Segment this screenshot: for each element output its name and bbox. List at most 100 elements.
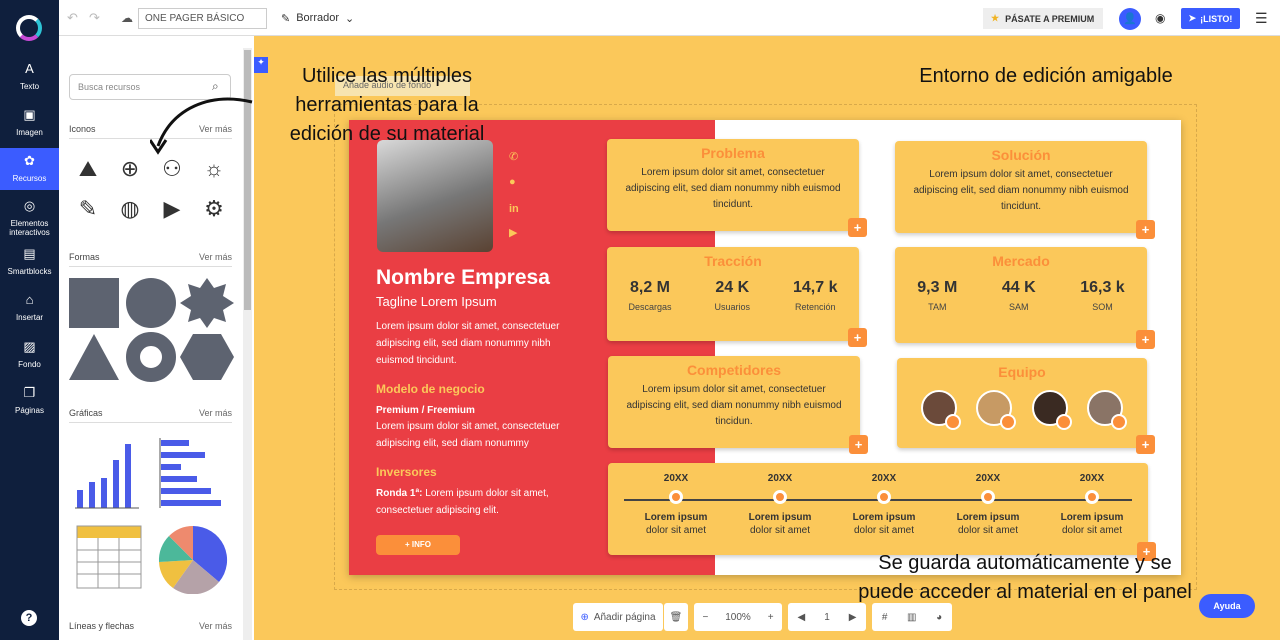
cloud-icon: ☁ xyxy=(121,11,133,25)
team-avatar[interactable] xyxy=(920,390,961,430)
smartblocks-icon: ▤ xyxy=(23,246,36,261)
preview-eye-icon[interactable]: ◉ xyxy=(1155,0,1165,36)
star-badge-shape[interactable] xyxy=(180,278,234,328)
pencil-icon[interactable]: ✎ xyxy=(71,196,105,222)
premium-button[interactable]: ★ PÁSATE A PREMIUM xyxy=(983,8,1103,29)
add-icon[interactable]: + xyxy=(849,435,868,454)
nav-smartblocks[interactable]: ▤ Smartblocks xyxy=(0,246,59,276)
add-icon[interactable]: + xyxy=(848,218,867,237)
scrollbar-thumb[interactable] xyxy=(244,50,251,310)
stat-som: 16,3 k SOM xyxy=(1080,279,1125,312)
intro-text[interactable]: Lorem ipsum dolor sit amet, consectetuer… xyxy=(376,318,588,369)
lightbulb-icon[interactable]: ☼ xyxy=(197,156,231,182)
palette-icon[interactable]: ◕ xyxy=(936,612,942,623)
document-title-input[interactable]: ONE PAGER BÁSICO xyxy=(138,8,267,29)
slide-canvas[interactable]: ✆ ● in ▶ Nombre Empresa Tagline Lorem Ip… xyxy=(349,120,1181,575)
youtube-icon[interactable]: ▶ xyxy=(509,226,517,239)
business-model-text[interactable]: Lorem ipsum dolor sit amet, consectetuer… xyxy=(376,418,588,452)
layout-icon[interactable]: ▥ xyxy=(907,612,916,623)
horizontal-bar-chart-thumbnail[interactable] xyxy=(159,438,221,508)
eye-icon xyxy=(944,414,961,430)
tagline[interactable]: Tagline Lorem Ipsum xyxy=(376,294,497,309)
card-mercado[interactable]: Mercado 9,3 M TAM 44 K SAM 16,3 k SOM + xyxy=(895,247,1155,349)
rocket-icon: ➤ xyxy=(1188,13,1197,23)
add-icon[interactable]: + xyxy=(1136,435,1155,454)
redo-icon[interactable]: ↷ xyxy=(89,0,100,36)
square-shape[interactable] xyxy=(69,278,119,328)
ver-mas-graficas[interactable]: Ver más xyxy=(199,408,232,418)
circle-shape[interactable] xyxy=(126,278,176,328)
stat-sam: 44 K SAM xyxy=(1001,279,1036,312)
nav-elementos-interactivos[interactable]: ◎ Elementos interactivos xyxy=(0,199,59,237)
chevron-down-icon: ⌄ xyxy=(345,12,355,25)
nav-fondo[interactable]: ▨ Fondo xyxy=(0,340,59,369)
team-avatar[interactable] xyxy=(976,390,1017,430)
stat-tam: 9,3 M TAM xyxy=(917,279,958,312)
globe-icon[interactable]: ◍ xyxy=(113,196,147,222)
table-thumbnail[interactable] xyxy=(76,525,142,589)
investors-heading[interactable]: Inversores xyxy=(376,465,437,479)
help-button[interactable]: Ayuda xyxy=(1199,594,1255,618)
add-user-icon[interactable]: 👤 xyxy=(1119,8,1141,30)
location-pin-icon[interactable]: ● xyxy=(509,176,516,188)
stat-usuarios: 24 K Usuarios xyxy=(714,279,751,312)
grid-icon[interactable]: # xyxy=(882,612,888,623)
nav-recursos[interactable]: ✿ Recursos xyxy=(0,148,59,190)
prev-page-icon[interactable]: ◀ xyxy=(798,612,806,623)
timeline-card[interactable]: 20XX Lorem ipsum dolor sit amet 20XX Lorem … xyxy=(608,463,1156,561)
pie-chart-thumbnail[interactable] xyxy=(158,525,228,594)
team-avatar[interactable] xyxy=(1031,390,1072,430)
hexagon-shape[interactable] xyxy=(180,334,234,380)
ready-button[interactable]: ➤ ¡LISTO! xyxy=(1181,8,1240,29)
card-solucion[interactable]: Solución Lorem ipsum dolor sit amet, cons… xyxy=(895,141,1155,239)
help-icon[interactable]: ? xyxy=(21,610,37,626)
add-icon[interactable]: + xyxy=(1136,330,1155,349)
info-button[interactable]: + INFO xyxy=(376,535,460,555)
ver-mas-lineas[interactable]: Ver más xyxy=(199,621,232,631)
resources-icon: ✿ xyxy=(24,153,35,168)
ver-mas-formas[interactable]: Ver más xyxy=(199,252,232,262)
add-icon[interactable]: + xyxy=(848,328,867,347)
status-dropdown[interactable]: ✎ Borrador ⌄ xyxy=(281,0,354,36)
nav-imagen[interactable]: ▣ Imagen xyxy=(0,108,59,137)
bar-chart-thumbnail[interactable] xyxy=(75,444,139,509)
shapes-grid xyxy=(69,278,234,382)
zoom-out-icon[interactable]: − xyxy=(702,612,708,623)
add-icon[interactable]: + xyxy=(1136,220,1155,239)
trash-icon[interactable]: 🗑 xyxy=(664,603,688,631)
timeline-item: 20XX Lorem ipsum dolor sit amet xyxy=(748,473,812,536)
gears-icon[interactable]: ⚙ xyxy=(197,196,231,222)
card-problema[interactable]: Problema Lorem ipsum dolor sit amet, cons… xyxy=(607,139,867,237)
timeline-item: 20XX Lorem ipsum dolor sit amet xyxy=(644,473,708,536)
section-formas: Formas Ver más xyxy=(69,252,232,267)
mountain-icon[interactable]: ⛰ xyxy=(71,156,105,182)
triangle-shape[interactable] xyxy=(69,334,119,380)
menu-icon[interactable]: ☰ xyxy=(1255,0,1268,36)
app-logo[interactable] xyxy=(16,15,42,41)
stat-descargas: 8,2 M Descargas xyxy=(628,279,672,312)
add-page-button[interactable]: ⊕ Añadir página xyxy=(573,603,663,631)
line-chart-icon[interactable]: ⚇ xyxy=(155,156,189,182)
office-photo[interactable] xyxy=(377,140,493,252)
team-avatar[interactable] xyxy=(1087,390,1128,430)
card-competidores[interactable]: Competidores Lorem ipsum dolor sit amet, … xyxy=(608,356,868,454)
linkedin-icon[interactable]: in xyxy=(509,203,519,215)
undo-icon[interactable]: ↶ xyxy=(67,0,78,36)
video-player-icon[interactable]: ▶ xyxy=(155,196,189,222)
next-page-icon[interactable]: ▶ xyxy=(849,612,857,623)
business-model-type[interactable]: Premium / Freemium xyxy=(376,402,588,419)
text-icon: A xyxy=(25,61,34,76)
nav-insertar[interactable]: ⌂ Insertar xyxy=(0,293,59,322)
medical-kit-icon[interactable]: ⊕ xyxy=(113,156,147,182)
company-name[interactable]: Nombre Empresa xyxy=(376,266,550,290)
card-equipo[interactable]: Equipo + xyxy=(897,358,1155,454)
investors-text[interactable]: Ronda 1ª: Lorem ipsum dolor sit amet, co… xyxy=(376,485,588,519)
nav-texto[interactable]: A Texto xyxy=(0,61,59,91)
phone-icon[interactable]: ✆ xyxy=(509,150,518,163)
business-model-heading[interactable]: Modelo de negocio xyxy=(376,382,485,396)
search-icon[interactable]: ⌕ xyxy=(212,79,219,94)
zoom-in-icon[interactable]: + xyxy=(768,612,774,623)
ring-shape[interactable] xyxy=(126,332,176,382)
card-traccion[interactable]: Tracción 8,2 M Descargas 24 K Usuarios 14,… xyxy=(607,247,867,347)
nav-paginas[interactable]: ❐ Páginas xyxy=(0,386,59,415)
